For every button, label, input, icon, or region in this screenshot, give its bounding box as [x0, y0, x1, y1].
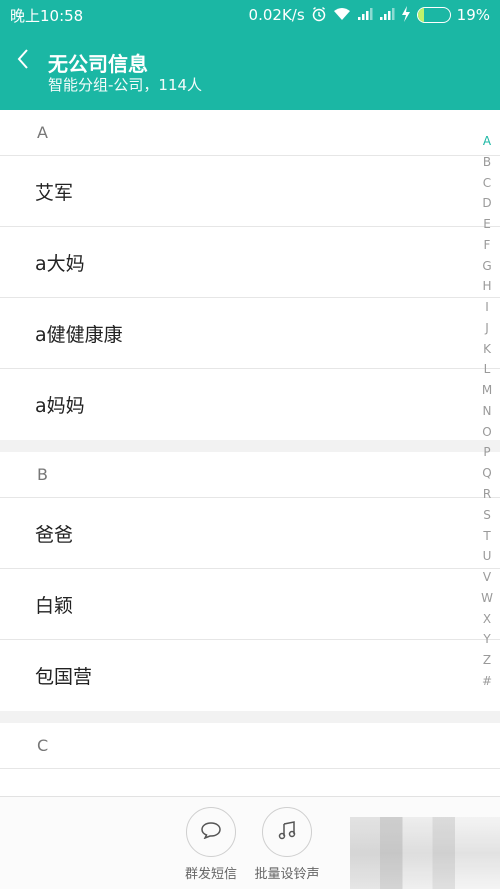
alphabet-letter[interactable]: N: [483, 401, 492, 421]
alphabet-letter[interactable]: Y: [483, 629, 490, 649]
group-sms-button[interactable]: 群发短信: [171, 807, 251, 882]
message-icon: [200, 821, 222, 843]
alphabet-letter[interactable]: K: [483, 339, 491, 359]
action-circle: [186, 807, 236, 857]
contact-list[interactable]: A 艾军 a大妈 a健健康康 a妈妈 B 爸爸 白颖 包国营 C 蔡群: [0, 110, 500, 796]
alphabet-letter[interactable]: U: [483, 546, 492, 566]
contact-row[interactable]: a大妈: [0, 227, 500, 298]
alarm-icon: [311, 6, 327, 25]
battery-indicator: [416, 7, 451, 23]
back-button[interactable]: [8, 44, 38, 78]
section-c: C 蔡群: [0, 723, 500, 796]
alphabet-letter[interactable]: Q: [482, 463, 491, 483]
section-header: B: [0, 452, 500, 498]
alphabet-letter[interactable]: I: [485, 297, 489, 317]
battery-percent: 19%: [456, 6, 490, 24]
batch-ringtone-button[interactable]: 批量设铃声: [247, 807, 327, 882]
alphabet-letter[interactable]: S: [483, 505, 491, 525]
alphabet-letter[interactable]: W: [481, 588, 493, 608]
section-header: A: [0, 110, 500, 156]
alphabet-letter[interactable]: #: [482, 671, 492, 691]
alphabet-letter[interactable]: B: [483, 152, 491, 172]
status-bar: 晚上10:58 0.02K/s 19%: [0, 0, 500, 30]
alphabet-letter[interactable]: J: [485, 318, 489, 338]
alphabet-letter[interactable]: D: [482, 193, 491, 213]
contact-row[interactable]: 包国营: [0, 640, 500, 711]
alphabet-letter[interactable]: Z: [483, 650, 491, 670]
page-title: 无公司信息: [48, 52, 148, 76]
music-note-icon: [277, 820, 297, 844]
blurred-overlay: [350, 817, 500, 889]
contact-row[interactable]: a健健康康: [0, 298, 500, 369]
contact-row[interactable]: 白颖: [0, 569, 500, 640]
alphabet-letter[interactable]: M: [482, 380, 492, 400]
contact-row[interactable]: 爸爸: [0, 498, 500, 569]
alphabet-letter[interactable]: R: [483, 484, 491, 504]
alphabet-letter[interactable]: O: [482, 422, 491, 442]
signal-icon: [379, 7, 395, 24]
alphabet-index[interactable]: A B C D E F G H I J K L M N O P Q R S T U V W X Y Z #: [474, 131, 500, 691]
alphabet-letter[interactable]: G: [482, 256, 491, 276]
page-subtitle: 智能分组-公司，114人: [48, 76, 203, 94]
action-label: 批量设铃声: [254, 867, 320, 882]
action-circle: [262, 807, 312, 857]
section-b: B 爸爸 白颖 包国营: [0, 452, 500, 711]
contact-row[interactable]: 蔡群: [0, 769, 500, 796]
contact-row[interactable]: 艾军: [0, 156, 500, 227]
signal-icon: [357, 7, 373, 24]
alphabet-letter[interactable]: E: [483, 214, 491, 234]
action-label: 群发短信: [184, 867, 237, 882]
charging-icon: [401, 5, 411, 25]
alphabet-letter[interactable]: X: [483, 609, 491, 629]
alphabet-letter[interactable]: P: [483, 442, 490, 462]
alphabet-letter[interactable]: A: [483, 131, 491, 151]
alphabet-letter[interactable]: V: [483, 567, 491, 587]
bottom-toolbar: 群发短信 批量设铃声: [0, 796, 500, 889]
wifi-icon: [333, 7, 351, 24]
status-right: 0.02K/s 19%: [248, 5, 490, 25]
network-speed: 0.02K/s: [248, 6, 305, 24]
section-header: C: [0, 723, 500, 769]
alphabet-letter[interactable]: L: [484, 359, 491, 379]
chevron-left-icon: [16, 48, 30, 74]
header-bar: 无公司信息 智能分组-公司，114人: [0, 30, 500, 110]
section-a: A 艾军 a大妈 a健健康康 a妈妈: [0, 110, 500, 440]
alphabet-letter[interactable]: F: [484, 235, 491, 255]
alphabet-letter[interactable]: T: [483, 526, 490, 546]
contact-row[interactable]: a妈妈: [0, 369, 500, 440]
alphabet-letter[interactable]: C: [483, 173, 491, 193]
status-time: 晚上10:58: [10, 6, 84, 25]
alphabet-letter[interactable]: H: [482, 276, 491, 296]
